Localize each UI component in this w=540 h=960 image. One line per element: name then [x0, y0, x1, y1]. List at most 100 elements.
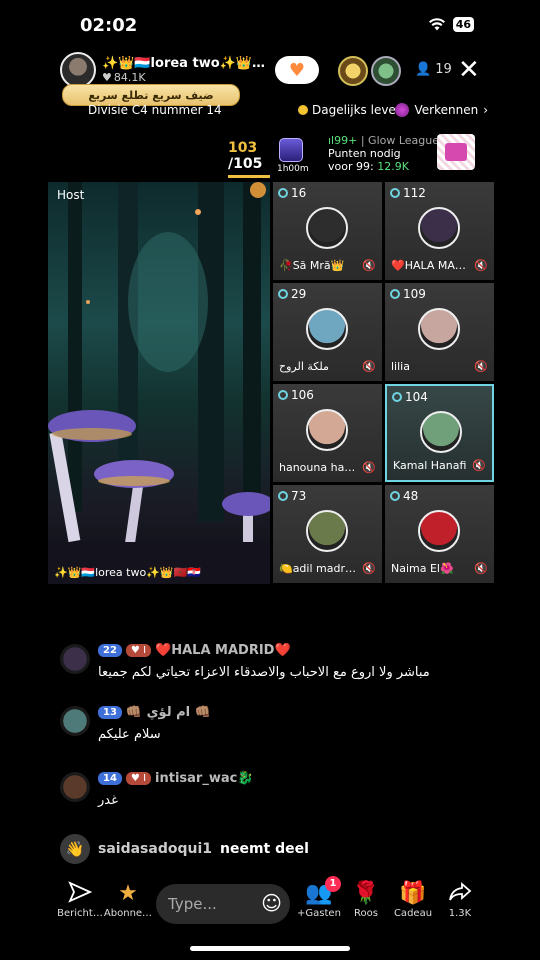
division-label[interactable]: Divisie C4 nummer 14: [88, 103, 222, 117]
host-video-name: ✨👑🇱🇺lorea two✨👑🇲🇦🇭🇷: [54, 566, 201, 579]
wifi-icon: [428, 18, 445, 31]
person-icon: 👤: [415, 62, 432, 77]
mic-muted-icon: 🔇: [362, 259, 376, 272]
top-viewer-avatar[interactable]: [338, 56, 368, 86]
chat-username[interactable]: ❤️HALA MADRID❤️: [155, 643, 291, 658]
chat-username[interactable]: 👊🏽 ام لؤي 👊🏽: [126, 705, 211, 720]
guest-score: 48: [390, 489, 418, 503]
join-notice: 👋 saidasadoqui1 neemt deel: [60, 834, 309, 864]
guest-tile[interactable]: 16 🥀Să Mră👑 🔇: [273, 182, 382, 280]
daily-life-tag[interactable]: Dagelijks leven: [298, 103, 403, 117]
timer-badge[interactable]: 1h00m: [277, 138, 309, 174]
viewer-count[interactable]: 👤 19: [415, 62, 452, 77]
share-button[interactable]: 1.3K: [432, 880, 488, 919]
hourglass-icon: [279, 138, 303, 162]
comment-input[interactable]: Type... ☺: [156, 884, 290, 924]
guest-tile[interactable]: 104 Kamal Hanafi 🔇: [385, 384, 494, 482]
guest-score: 29: [278, 287, 306, 301]
guest-avatar: [418, 510, 460, 552]
guest-avatar: [418, 308, 460, 350]
rank-total: /105: [228, 156, 263, 172]
heart-icon: ♥: [102, 71, 112, 84]
mic-muted-icon: 🔇: [362, 461, 376, 474]
guest-tile[interactable]: 112 ❤️HALA MAD… 🔇: [385, 182, 494, 280]
score-ring-icon: [392, 392, 402, 402]
subscribe-button[interactable]: ★ Abonne…: [100, 880, 156, 919]
guest-name: 🍋adil madri…: [279, 562, 357, 575]
guest-avatar: [306, 308, 348, 350]
host-avatar[interactable]: [60, 52, 96, 88]
guest-tile[interactable]: 48 Naima El🌺 🔇: [385, 485, 494, 583]
mic-muted-icon: 🔇: [472, 459, 486, 472]
guest-avatar: [306, 409, 348, 451]
mic-muted-icon: 🔇: [362, 562, 376, 575]
star-icon: ★: [118, 881, 138, 906]
battery-indicator: 46: [452, 17, 474, 32]
home-indicator: [190, 946, 350, 951]
score-ring-icon: [390, 491, 400, 501]
guest-name: hanouna ha…: [279, 461, 356, 474]
host-name: ✨👑🇱🇺lorea two✨👑…: [102, 56, 266, 71]
join-text: neemt deel: [220, 841, 309, 857]
chat-avatar[interactable]: [60, 644, 90, 674]
score-ring-icon: [278, 188, 288, 198]
follow-button[interactable]: ♥: [275, 56, 319, 84]
guest-score: 106: [278, 388, 314, 402]
heart-icon: ♥: [288, 59, 306, 81]
league-info[interactable]: ıl99+ | Glow League Punten nodig voor 99…: [328, 134, 439, 173]
host-profile[interactable]: ✨👑🇱🇺lorea two✨👑… ♥ 84.1K: [60, 52, 265, 88]
level-badge: 22: [98, 644, 122, 657]
guest-score: 16: [278, 186, 306, 200]
guest-tile[interactable]: 106 hanouna ha… 🔇: [273, 384, 382, 482]
chat-text: غدر: [98, 793, 118, 808]
guest-name: 🥀Să Mră👑: [279, 259, 345, 272]
guest-name: Kamal Hanafi: [393, 459, 467, 472]
close-button[interactable]: ✕: [458, 56, 480, 84]
heart-icon: ♥: [130, 645, 140, 656]
rank-progress[interactable]: 103 /105: [228, 140, 270, 178]
guest-avatar: [306, 510, 348, 552]
score-ring-icon: [278, 491, 288, 501]
mic-muted-icon: 🔇: [474, 562, 488, 575]
guest-score: 104: [392, 390, 428, 404]
chat-avatar[interactable]: [60, 706, 90, 736]
guest-tile[interactable]: 29 ملكة الروح 🔇: [273, 283, 382, 381]
guest-name: lilia: [391, 360, 410, 373]
guest-tile[interactable]: 73 🍋adil madri… 🔇: [273, 485, 382, 583]
forest-scene: [48, 182, 270, 584]
join-username[interactable]: saidasadoqui1: [98, 841, 212, 857]
explore-icon: [395, 103, 410, 117]
wave-hand-icon: 👋: [60, 834, 90, 864]
top-viewer-avatar[interactable]: [371, 56, 401, 86]
score-ring-icon: [278, 390, 288, 400]
explore-button[interactable]: Verkennen ›: [395, 103, 488, 117]
guest-name: Naima El🌺: [391, 562, 454, 575]
status-time: 02:02: [80, 15, 138, 36]
guest-name: ❤️HALA MAD…: [391, 259, 469, 272]
guest-tile[interactable]: 109 lilia 🔇: [385, 283, 494, 381]
emoji-icon[interactable]: ☺: [261, 891, 282, 915]
lightbulb-icon: [298, 105, 308, 115]
bottom-toolbar: Bericht… ★ Abonne… Type... ☺ 👥 +Gasten 1…: [0, 876, 540, 930]
host-likes: 84.1K: [113, 71, 146, 84]
status-icons: 46: [428, 17, 474, 32]
guest-avatar: [420, 411, 462, 453]
chat-username[interactable]: intisar_wac🐉: [155, 771, 253, 786]
mic-muted-icon: 🔇: [474, 360, 488, 373]
chevron-right-icon: ›: [483, 103, 488, 117]
chat-text: مباشر ولا اروع مع الاحباب والاصدقاء الاع…: [98, 665, 430, 680]
gift-box-icon[interactable]: [437, 134, 475, 170]
score-ring-icon: [278, 289, 288, 299]
comment-placeholder: Type...: [168, 895, 217, 913]
guest-score: 112: [390, 186, 426, 200]
fan-badge: ♥ I: [125, 644, 152, 657]
mic-muted-icon: 🔇: [362, 360, 376, 373]
score-ring-icon: [390, 289, 400, 299]
chat-avatar[interactable]: [60, 772, 90, 802]
guest-name: ملكة الروح: [279, 360, 329, 373]
host-video[interactable]: Host ✨👑🇱🇺lorea two✨👑🇲🇦🇭🇷: [48, 182, 270, 584]
chat-text: سلام عليكم: [98, 727, 161, 742]
rank-current: 103: [228, 140, 258, 156]
level-badge: 14: [98, 772, 122, 785]
share-icon: [432, 880, 488, 908]
